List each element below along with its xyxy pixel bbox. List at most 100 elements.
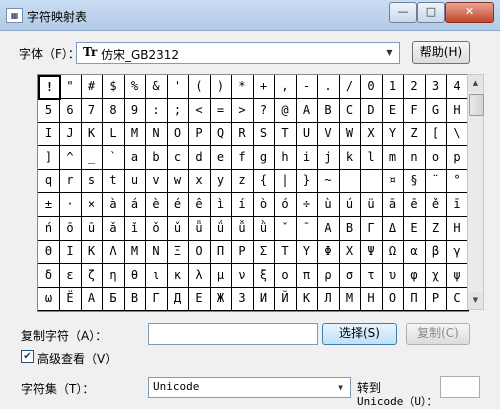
- character-cell[interactable]: q: [38, 169, 60, 194]
- character-cell[interactable]: ú: [339, 193, 361, 217]
- character-cell[interactable]: 6: [59, 98, 82, 123]
- character-cell[interactable]: Р: [425, 287, 447, 312]
- character-cell[interactable]: Ρ: [231, 240, 254, 265]
- advanced-view-checkbox[interactable]: ✔: [21, 350, 34, 363]
- goto-unicode-input[interactable]: [440, 376, 480, 398]
- character-cell[interactable]: X: [360, 122, 383, 147]
- character-cell[interactable]: Г: [145, 287, 168, 312]
- character-cell[interactable]: m: [382, 145, 404, 170]
- character-cell[interactable]: ζ: [81, 263, 103, 288]
- character-cell[interactable]: \: [446, 122, 469, 147]
- character-cell[interactable]: á: [124, 193, 146, 217]
- character-cell[interactable]: Κ: [81, 240, 103, 265]
- character-cell[interactable]: Θ: [38, 240, 60, 265]
- character-cell[interactable]: Δ: [382, 216, 404, 241]
- character-cell[interactable]: ǒ: [145, 216, 168, 241]
- character-cell[interactable]: φ: [403, 263, 426, 288]
- character-cell[interactable]: 8: [102, 98, 125, 123]
- character-cell[interactable]: w: [167, 169, 189, 194]
- character-cell[interactable]: Ε: [403, 216, 426, 241]
- character-cell[interactable]: Φ: [317, 240, 340, 265]
- grid-scrollbar[interactable]: ▲ ▼: [467, 74, 484, 310]
- chevron-down-icon[interactable]: ▼: [333, 380, 348, 395]
- character-cell[interactable]: s: [81, 169, 103, 194]
- maximize-button[interactable]: □: [417, 2, 445, 23]
- character-cell[interactable]: _: [81, 145, 103, 170]
- character-cell[interactable]: ˇ: [274, 216, 297, 241]
- character-cell[interactable]: М: [339, 287, 361, 312]
- select-button[interactable]: 选择(S): [322, 323, 397, 345]
- character-cell[interactable]: è: [145, 193, 168, 217]
- character-cell[interactable]: ): [210, 75, 232, 99]
- character-cell[interactable]: Υ: [296, 240, 318, 265]
- character-cell[interactable]: [: [425, 122, 447, 147]
- character-cell[interactable]: κ: [167, 263, 189, 288]
- character-cell[interactable]: ": [59, 75, 82, 99]
- character-cell[interactable]: z: [231, 169, 254, 194]
- character-cell[interactable]: %: [124, 75, 146, 99]
- character-cell[interactable]: θ: [124, 263, 146, 288]
- character-cell[interactable]: С: [446, 287, 469, 312]
- character-cell[interactable]: χ: [425, 263, 447, 288]
- character-cell[interactable]: U: [296, 122, 318, 147]
- character-cell[interactable]: -: [296, 75, 318, 99]
- character-cell[interactable]: ±: [38, 193, 60, 217]
- character-cell[interactable]: ě: [425, 193, 447, 217]
- chevron-down-icon[interactable]: ▼: [382, 45, 397, 60]
- character-cell[interactable]: Μ: [124, 240, 146, 265]
- character-cell[interactable]: ā: [382, 193, 404, 217]
- character-cell[interactable]: à: [102, 193, 125, 217]
- character-cell[interactable]: I: [38, 122, 60, 147]
- character-cell[interactable]: Ж: [210, 287, 232, 312]
- character-cell[interactable]: E: [382, 98, 404, 123]
- character-cell[interactable]: [339, 169, 361, 194]
- character-cell[interactable]: τ: [360, 263, 383, 288]
- character-cell[interactable]: Д: [167, 287, 189, 312]
- character-cell[interactable]: П: [403, 287, 426, 312]
- character-cell[interactable]: ο: [274, 263, 297, 288]
- character-cell[interactable]: О: [382, 287, 404, 312]
- character-cell[interactable]: η: [102, 263, 125, 288]
- character-cell[interactable]: ǎ: [102, 216, 125, 241]
- character-cell[interactable]: @: [274, 98, 297, 123]
- character-cell[interactable]: $: [102, 75, 125, 99]
- character-cell[interactable]: Б: [102, 287, 125, 312]
- character-cell[interactable]: ¤: [382, 169, 404, 194]
- character-cell[interactable]: b: [145, 145, 168, 170]
- character-cell[interactable]: T: [274, 122, 297, 147]
- character-cell[interactable]: h: [274, 145, 297, 170]
- character-cell[interactable]: ·: [59, 193, 82, 217]
- character-cell[interactable]: γ: [446, 240, 469, 265]
- character-cell[interactable]: Χ: [339, 240, 361, 265]
- help-button[interactable]: 帮助(H): [412, 41, 470, 64]
- character-cell[interactable]: β: [425, 240, 447, 265]
- character-cell[interactable]: μ: [210, 263, 232, 288]
- character-cell[interactable]: [360, 169, 383, 194]
- character-cell[interactable]: ]: [38, 145, 60, 170]
- character-cell[interactable]: ù: [317, 193, 340, 217]
- character-cell[interactable]: σ: [339, 263, 361, 288]
- character-cell[interactable]: }: [296, 169, 318, 194]
- character-cell[interactable]: ~: [317, 169, 340, 194]
- character-cell[interactable]: Σ: [253, 240, 275, 265]
- character-cell[interactable]: O: [167, 122, 189, 147]
- character-cell[interactable]: B: [317, 98, 340, 123]
- character-cell[interactable]: j: [317, 145, 340, 170]
- character-cell[interactable]: V: [317, 122, 340, 147]
- character-cell[interactable]: Н: [360, 287, 383, 312]
- character-cell[interactable]: ō: [59, 216, 82, 241]
- character-cell[interactable]: ?: [253, 98, 275, 123]
- character-cell[interactable]: ': [167, 75, 189, 99]
- character-cell[interactable]: í: [231, 193, 254, 217]
- minimize-button[interactable]: —: [389, 2, 417, 23]
- font-dropdown[interactable]: Tr 仿宋_GB2312 ▼: [76, 42, 400, 64]
- character-cell[interactable]: 3: [425, 75, 447, 99]
- character-cell[interactable]: λ: [188, 263, 211, 288]
- copy-button[interactable]: 复制(C): [406, 323, 470, 345]
- character-cell[interactable]: π: [296, 263, 318, 288]
- character-cell[interactable]: ü: [360, 193, 383, 217]
- character-cell[interactable]: <: [188, 98, 211, 123]
- character-cell[interactable]: Ω: [382, 240, 404, 265]
- character-cell[interactable]: ó: [274, 193, 297, 217]
- character-cell[interactable]: A: [296, 98, 318, 123]
